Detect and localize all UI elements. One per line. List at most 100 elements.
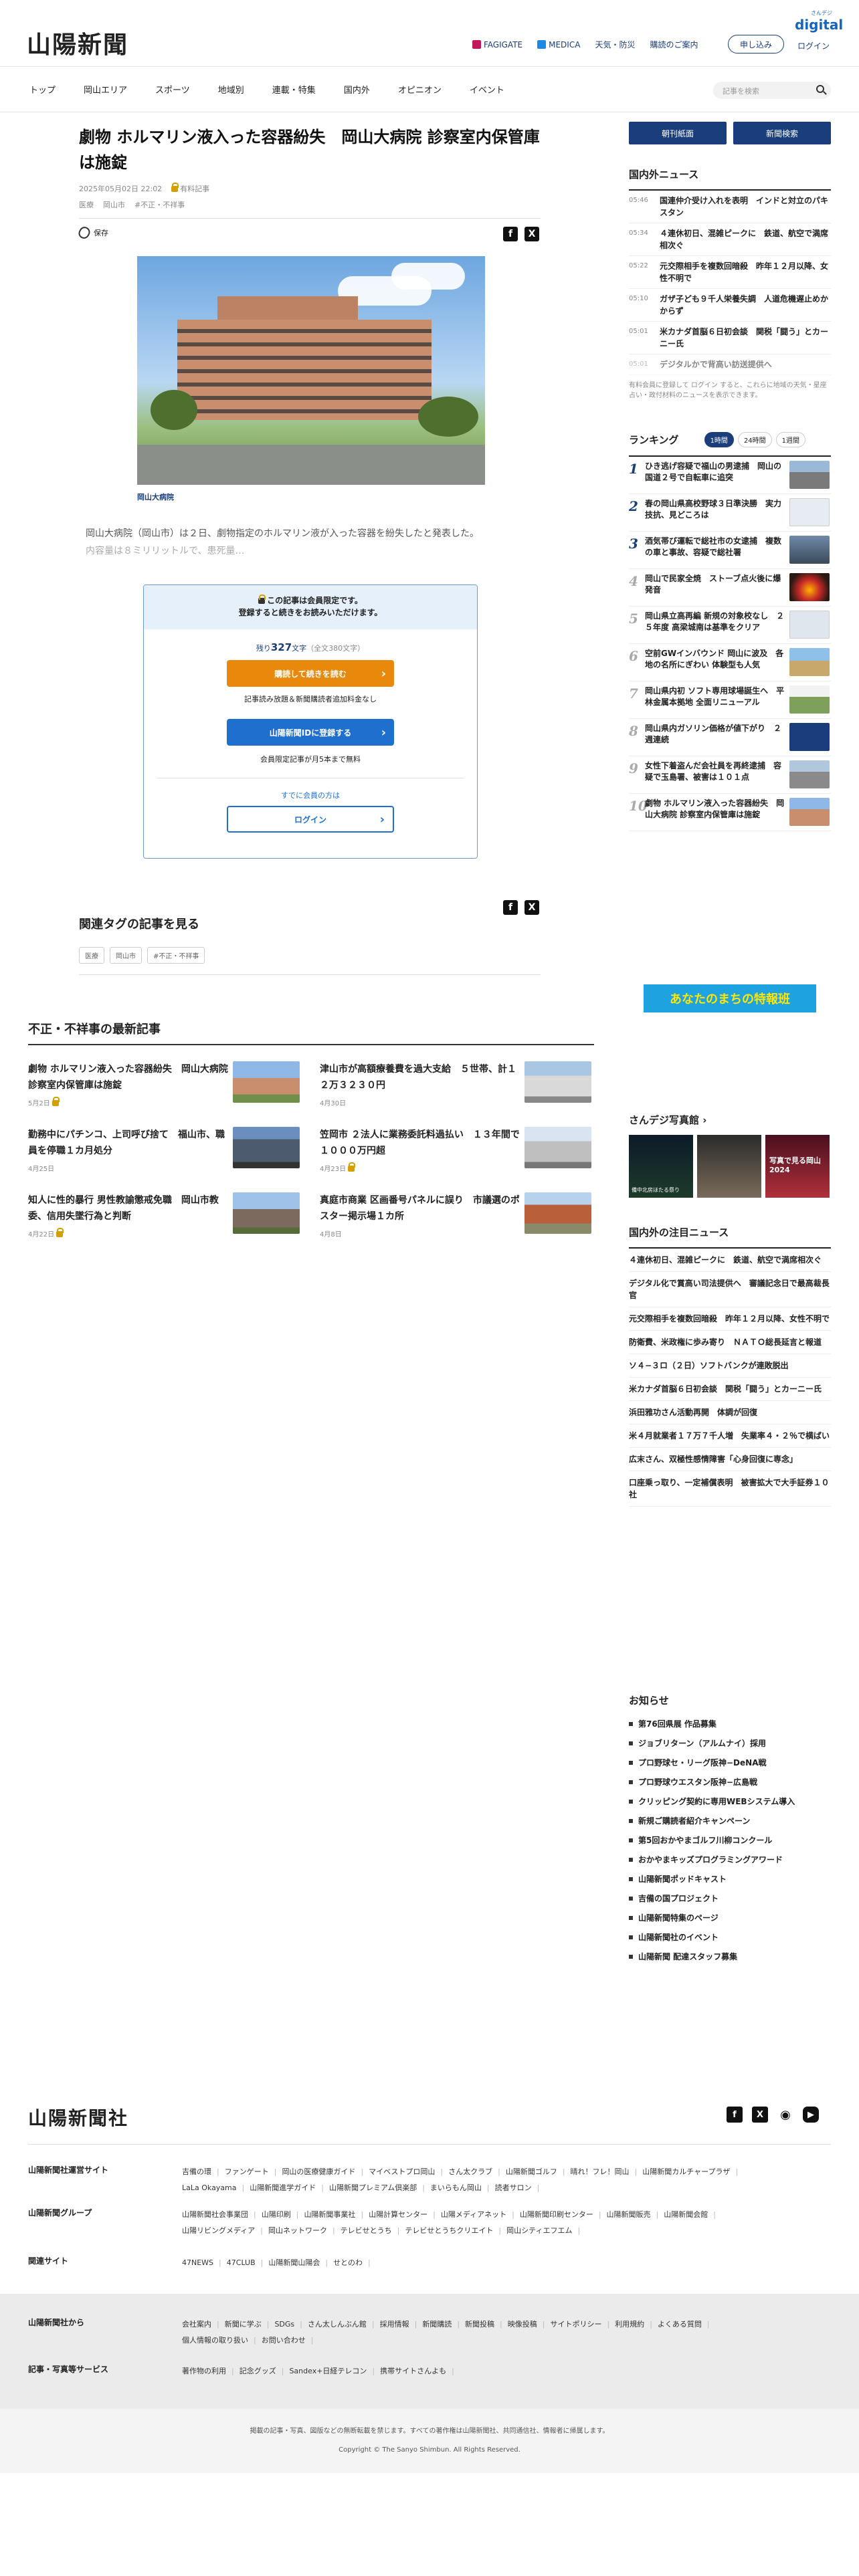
nav-item-okayama-area[interactable]: 岡山エリア bbox=[84, 83, 127, 96]
tab-1hour[interactable]: 1時間 bbox=[704, 432, 734, 447]
ranking-item[interactable]: 9 女性下着盗んだ会社員を再終逮捕 容疑で玉島署、被害は１０１点 bbox=[629, 756, 831, 794]
tag-link[interactable]: 医療 bbox=[79, 199, 94, 210]
nav-item-region[interactable]: 地域別 bbox=[218, 83, 244, 96]
footer-link[interactable]: 個人情報の取り扱い bbox=[182, 2333, 256, 2349]
notice-item[interactable]: 山陽新聞社のイベント bbox=[629, 1927, 831, 1947]
ranking-item[interactable]: 7 岡山県内初 ソフト専用球場誕生へ 平林金属本拠地 全面リニューアル bbox=[629, 681, 831, 719]
ranking-item[interactable]: 6 空前GWインバウンド 岡山に波及 各地の名所にぎわい 体験型も人気 bbox=[629, 644, 831, 681]
ranking-item[interactable]: 4 岡山で民家全焼 ストーブ点火後に爆発音 bbox=[629, 569, 831, 607]
gallery-photo[interactable]: 備中北房ほたる祭り bbox=[629, 1135, 693, 1198]
nav-item-national[interactable]: 国内外 bbox=[344, 83, 370, 96]
related-tag[interactable]: 医療 bbox=[79, 947, 104, 964]
footer-link[interactable]: 山陽新聞事業社 bbox=[304, 2207, 363, 2223]
list-item[interactable]: 知人に性的暴行 男性教諭懲戒免職 岡山市教委、信用失墜行為と判断 4月22日 bbox=[28, 1192, 300, 1246]
notice-item[interactable]: おかやまキッズプログラミングアワード bbox=[629, 1850, 831, 1869]
notice-item[interactable]: 新規ご購読者紹介キャンペーン bbox=[629, 1811, 831, 1830]
footer-link[interactable]: 山陽新聞進学ガイド bbox=[250, 2180, 324, 2196]
x-share-icon[interactable]: X bbox=[524, 900, 539, 915]
tab-24hours[interactable]: 24時間 bbox=[737, 432, 772, 447]
list-item[interactable]: 元交際相手を複数回暗殺 昨年１２月以降、女性不明で bbox=[629, 1307, 831, 1331]
footer-link[interactable]: せとのわ bbox=[333, 2255, 371, 2271]
gallery-photo[interactable]: 写真で見る岡山2024 bbox=[765, 1135, 830, 1198]
footer-link[interactable]: 山陽新聞印刷センター bbox=[520, 2207, 601, 2223]
footer-link[interactable]: 記念グッズ bbox=[240, 2363, 284, 2379]
ranking-item[interactable]: 10 劇物 ホルマリン液入った容器紛失 岡山大病院 診察室内保管庫は施錠 bbox=[629, 794, 831, 831]
list-item[interactable]: 05:01 米カナダ首脳６日初会談 関税「闘う」とカーニー氏 bbox=[629, 322, 831, 354]
footer-link[interactable]: さん太クラブ bbox=[448, 2164, 500, 2180]
footer-link[interactable]: 新聞購読 bbox=[422, 2317, 460, 2333]
nav-item-events[interactable]: イベント bbox=[470, 83, 504, 96]
x-icon[interactable]: X bbox=[752, 2107, 768, 2123]
list-item[interactable]: ４連休初日、混雑ピークに 鉄道、航空で満席相次ぐ bbox=[629, 1249, 831, 1272]
subscribe-read-button[interactable]: 購読して続きを読む bbox=[227, 660, 394, 687]
footer-link[interactable]: 会社案内 bbox=[182, 2317, 219, 2333]
footer-link[interactable]: 吉備の環 bbox=[182, 2164, 219, 2180]
tag-link[interactable]: 岡山市 bbox=[103, 199, 125, 210]
related-tag[interactable]: 岡山市 bbox=[110, 947, 142, 964]
gallery-photo[interactable] bbox=[697, 1135, 761, 1198]
morning-paper-button[interactable]: 朝刊紙面 bbox=[629, 122, 727, 144]
list-item[interactable]: 05:22 元交際相手を複数回暗殺 昨年１２月以降、女性不明で bbox=[629, 256, 831, 289]
footer-link[interactable]: 山陽メディアネット bbox=[441, 2207, 514, 2223]
search-icon[interactable] bbox=[816, 85, 824, 93]
footer-link[interactable]: テレビせとうちクリエイト bbox=[405, 2223, 501, 2239]
footer-link[interactable]: 著作物の利用 bbox=[182, 2363, 234, 2379]
save-button[interactable]: 保存 bbox=[76, 225, 541, 241]
footer-link[interactable]: 山陽新聞山陽会 bbox=[268, 2255, 328, 2271]
youtube-icon[interactable]: ▶ bbox=[803, 2107, 819, 2123]
nav-item-top[interactable]: トップ bbox=[29, 83, 56, 96]
toplink-weather[interactable]: 天気・防災 bbox=[595, 39, 635, 50]
login-link[interactable]: ログイン bbox=[797, 40, 830, 51]
x-share-icon[interactable]: X bbox=[524, 227, 539, 241]
footer-link[interactable]: 映像投稿 bbox=[508, 2317, 545, 2333]
nav-item-features[interactable]: 連載・特集 bbox=[272, 83, 316, 96]
footer-link[interactable]: 山陽新聞ゴルフ bbox=[506, 2164, 565, 2180]
footer-link[interactable]: 新聞に学ぶ bbox=[225, 2317, 270, 2333]
notice-item[interactable]: 山陽新聞 配達スタッフ募集 bbox=[629, 1947, 831, 1966]
notice-item[interactable]: 第5回おかやまゴルフ川柳コンクール bbox=[629, 1830, 831, 1850]
list-item[interactable]: 浜田雅功さん活動再開 体調が回復 bbox=[629, 1401, 831, 1424]
tag-link[interactable]: #不正・不祥事 bbox=[134, 199, 185, 210]
ranking-item[interactable]: 3 酒気帯び運転で総社市の女逮捕 複数の車と事故、容疑で総社署 bbox=[629, 532, 831, 569]
related-tag[interactable]: #不正・不祥事 bbox=[147, 947, 205, 964]
notice-item[interactable]: プロ野球セ・リーグ阪神−DeNA戦 bbox=[629, 1753, 831, 1772]
list-item[interactable]: 勤務中にパチンコ、上司呼び捨て 福山市、職員を停職１カ月処分 4月25日 bbox=[28, 1127, 300, 1180]
footer-link[interactable]: サイトポリシー bbox=[550, 2317, 609, 2333]
list-item[interactable]: 笠岡市 ２法人に業務委託料過払い １３年間で１０００万円超 4月23日 bbox=[320, 1127, 591, 1180]
footer-link[interactable]: マイベストプロ岡山 bbox=[369, 2164, 443, 2180]
footer-link[interactable]: 岡山の医療健康ガイド bbox=[282, 2164, 363, 2180]
facebook-share-icon[interactable]: f bbox=[503, 900, 518, 915]
nav-item-sports[interactable]: スポーツ bbox=[155, 83, 190, 96]
ranking-item[interactable]: 2 春の岡山県高校野球３日準決勝 実力技抗、見どころは bbox=[629, 494, 831, 532]
tokuhoban-banner[interactable]: あなたのまちの特報班 bbox=[644, 984, 816, 1012]
footer-link[interactable]: よくある質問 bbox=[658, 2317, 710, 2333]
footer-link[interactable]: 47NEWS bbox=[182, 2255, 221, 2271]
notice-item[interactable]: 山陽新聞特集のページ bbox=[629, 1908, 831, 1927]
footer-link[interactable]: LaLa Okayama bbox=[182, 2180, 244, 2196]
register-id-button[interactable]: 山陽新聞IDに登録する bbox=[227, 719, 394, 746]
signup-button[interactable]: 申し込み bbox=[728, 35, 784, 53]
footer-link[interactable]: 読者サロン bbox=[495, 2180, 540, 2196]
notice-item[interactable]: 第76回県展 作品募集 bbox=[629, 1714, 831, 1733]
list-item[interactable]: 広末さん、双極性感情障害「心身回復に専念」 bbox=[629, 1448, 831, 1471]
paywall-login-button[interactable]: ログイン bbox=[227, 806, 394, 833]
footer-link[interactable]: 採用情報 bbox=[380, 2317, 417, 2333]
notice-item[interactable]: 吉備の国プロジェクト bbox=[629, 1889, 831, 1908]
ranking-item[interactable]: 8 岡山県内ガソリン価格が値下がり ２週連続 bbox=[629, 719, 831, 756]
notice-item[interactable]: ジョブリターン（アルムナイ）採用 bbox=[629, 1733, 831, 1753]
ranking-item[interactable]: 1 ひき逃げ容疑で福山の男逮捕 岡山の国道２号で自転車に追突 bbox=[629, 457, 831, 494]
footer-link[interactable]: 山陽新聞プレミアム倶楽部 bbox=[329, 2180, 425, 2196]
list-item[interactable]: 05:34 ４連休初日、混雑ピークに 鉄道、航空で満席相次ぐ bbox=[629, 223, 831, 256]
footer-link[interactable]: 岡山ネットワーク bbox=[268, 2223, 335, 2239]
list-item[interactable]: 05:01 デジタルかで背高い訪送提供へ bbox=[629, 354, 831, 375]
footer-link[interactable]: 山陽新聞カルチャープラザ bbox=[642, 2164, 738, 2180]
list-item[interactable]: 米カナダ首脳６日初会談 関税「闘う」とカーニー氏 bbox=[629, 1378, 831, 1401]
facebook-share-icon[interactable]: f bbox=[503, 227, 518, 241]
nav-item-opinion[interactable]: オピニオン bbox=[398, 83, 442, 96]
toplink-subscribe-guide[interactable]: 購読のご案内 bbox=[650, 39, 698, 50]
footer-link[interactable]: Sandex+日経テレコン bbox=[289, 2363, 375, 2379]
toplink-medica[interactable]: MEDICA bbox=[537, 40, 580, 49]
list-item[interactable]: 米４月就業者１７万７千人増 失業率４・２％で横ばい bbox=[629, 1424, 831, 1448]
notice-item[interactable]: プロ野球ウエスタン阪神−広島戦 bbox=[629, 1772, 831, 1792]
list-item[interactable]: 口座乗っ取り、一定補償表明 被害拡大で大手証券１０社 bbox=[629, 1471, 831, 1507]
